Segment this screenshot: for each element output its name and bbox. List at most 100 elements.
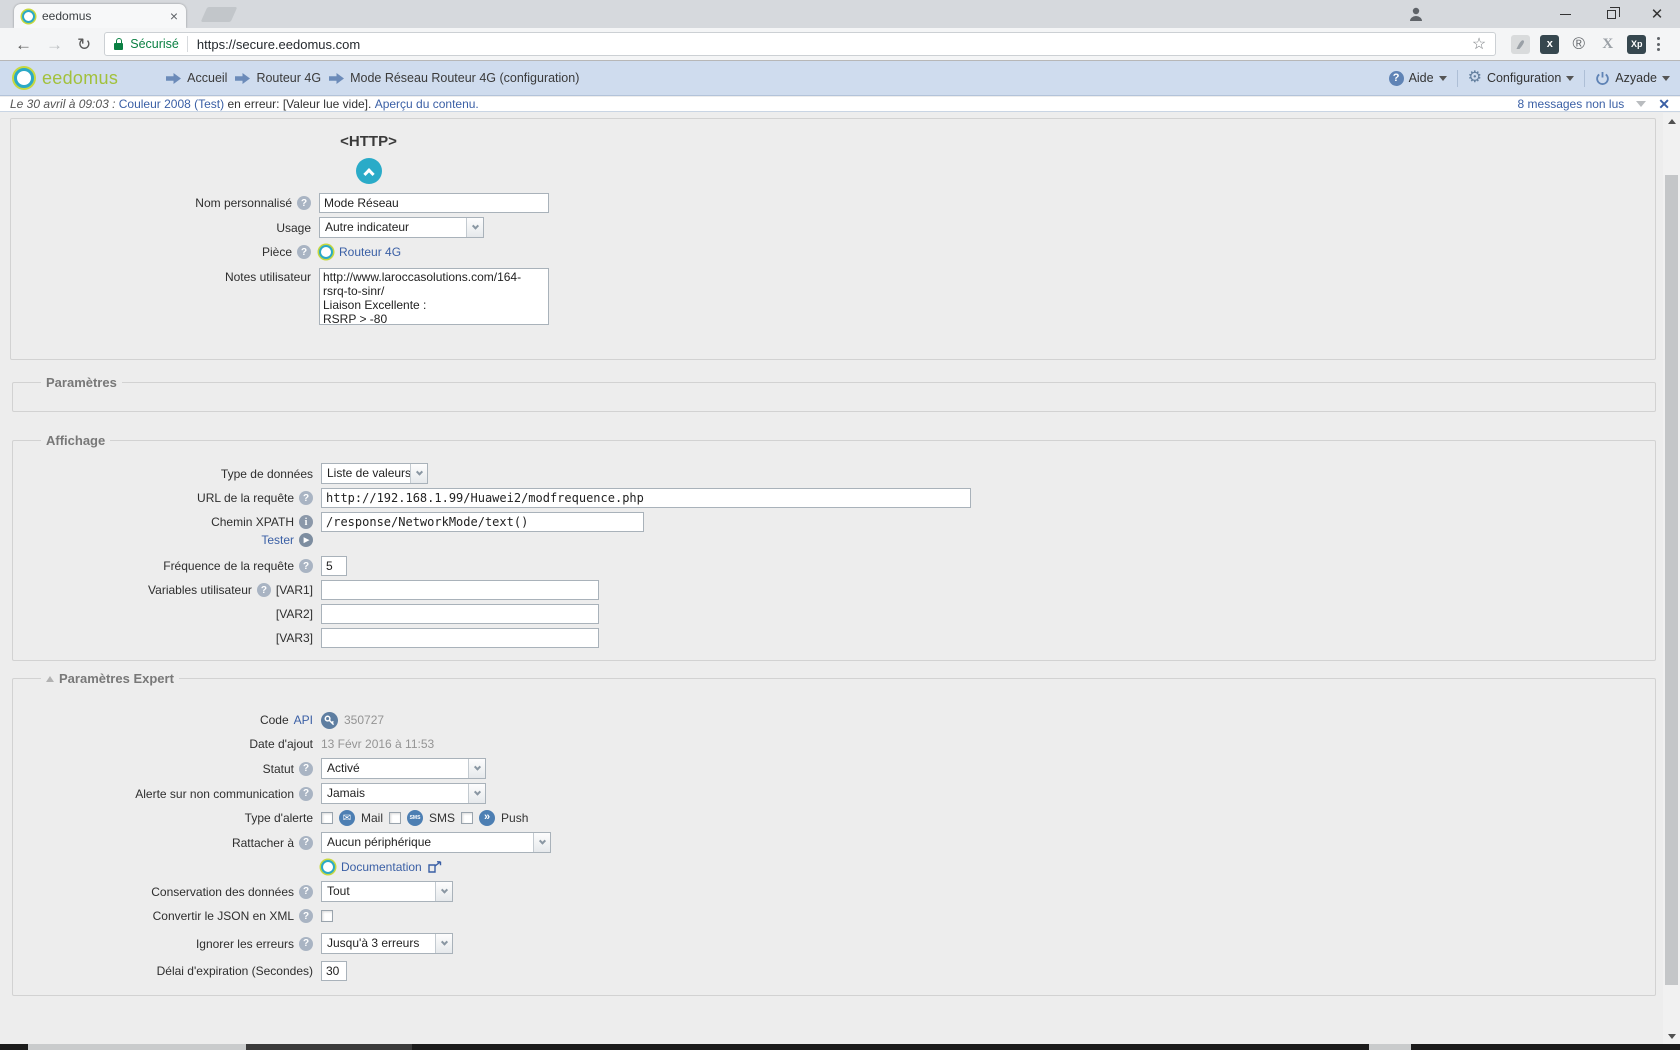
conservation-label: Conservation des données xyxy=(151,885,294,899)
help-icon[interactable] xyxy=(299,937,313,951)
breadcrumb-routeur-4g[interactable]: Routeur 4G xyxy=(235,71,321,85)
tester-link[interactable]: Tester xyxy=(261,533,294,547)
breadcrumb-accueil[interactable]: Accueil xyxy=(166,71,227,85)
notification-message: en erreur: [Valeur lue vide]. xyxy=(227,97,371,111)
user-menu[interactable]: Azyade xyxy=(1595,71,1670,86)
ignorer-select[interactable]: Jusqu'à 3 erreurs xyxy=(321,933,453,954)
breadcrumb-configuration[interactable]: Mode Réseau Routeur 4G (configuration) xyxy=(329,71,579,85)
secure-lock-icon xyxy=(114,43,123,50)
forward-icon[interactable]: → xyxy=(46,36,63,53)
browser-menu-icon[interactable] xyxy=(1657,37,1660,51)
var1-input[interactable] xyxy=(321,580,599,600)
brand-name[interactable]: eedomus xyxy=(42,68,118,89)
bookmark-star-icon[interactable]: ☆ xyxy=(1472,34,1486,54)
field-row-usage: Usage Autre indicateur xyxy=(11,217,1645,238)
affichage-legend: Affichage xyxy=(46,433,105,448)
help-icon[interactable] xyxy=(299,559,313,573)
code-api-value: 350727 xyxy=(344,713,384,727)
menu-divider xyxy=(1457,70,1458,87)
select-arrow-icon xyxy=(435,882,452,901)
push-checkbox[interactable] xyxy=(461,812,473,824)
field-row-statut: Statut Activé xyxy=(13,758,1645,779)
window-close-button[interactable]: ✕ xyxy=(1634,0,1680,28)
help-icon[interactable] xyxy=(299,787,313,801)
xpath-label: Chemin XPATH xyxy=(211,515,294,529)
alerte-comm-label: Alerte sur non communication xyxy=(135,787,294,801)
unread-messages-link[interactable]: 8 messages non lus xyxy=(1518,97,1625,111)
notification-preview-link[interactable]: Aperçu du contenu. xyxy=(375,97,479,111)
window-restore-button[interactable] xyxy=(1588,0,1634,28)
field-row-notes: Notes utilisateur http://www.laroccasolu… xyxy=(11,268,1645,325)
statut-select[interactable]: Activé xyxy=(321,758,486,779)
profile-icon[interactable] xyxy=(1404,2,1428,26)
url-requete-input[interactable] xyxy=(321,488,971,508)
var3-input[interactable] xyxy=(321,628,599,648)
scrollbar-down-icon[interactable] xyxy=(1663,1028,1680,1044)
scrollbar-thumb[interactable] xyxy=(1665,175,1678,985)
rattacher-select[interactable]: Aucun périphérique xyxy=(321,832,551,853)
rattacher-label: Rattacher à xyxy=(232,836,294,850)
page-scrollbar[interactable] xyxy=(1663,113,1680,1044)
chevron-up-icon xyxy=(363,168,374,179)
convertir-checkbox[interactable] xyxy=(321,910,333,922)
sms-checkbox[interactable] xyxy=(389,812,401,824)
help-menu[interactable]: ? Aide xyxy=(1389,71,1447,86)
browser-tab[interactable]: eedomus × xyxy=(14,4,186,28)
tab-close-icon[interactable]: × xyxy=(170,9,178,23)
notes-label: Notes utilisateur xyxy=(225,270,311,284)
new-tab-button[interactable] xyxy=(201,7,238,22)
nom-input[interactable] xyxy=(319,193,549,213)
api-link[interactable]: API xyxy=(294,713,313,727)
window-minimize-button[interactable] xyxy=(1542,0,1588,28)
sms-icon xyxy=(407,810,423,826)
var2-input[interactable] xyxy=(321,604,599,624)
menu-divider xyxy=(1584,70,1585,87)
usage-select[interactable]: Autre indicateur xyxy=(319,217,484,238)
x-dark-extension-icon[interactable]: x xyxy=(1540,35,1559,54)
collapse-triangle-icon[interactable] xyxy=(46,672,54,682)
help-icon[interactable] xyxy=(299,491,313,505)
help-icon[interactable] xyxy=(297,245,311,259)
piece-link[interactable]: Routeur 4G xyxy=(339,245,401,259)
delai-label: Délai d'expiration (Secondes) xyxy=(157,964,313,978)
type-donnees-select[interactable]: Liste de valeurs xyxy=(321,463,428,484)
info-icon[interactable] xyxy=(299,515,313,529)
collapse-up-button[interactable] xyxy=(356,158,382,184)
conservation-select[interactable]: Tout xyxy=(321,881,453,902)
mail-checkbox[interactable] xyxy=(321,812,333,824)
reload-icon[interactable]: ↻ xyxy=(77,36,91,53)
notification-close-icon[interactable]: ✕ xyxy=(1658,97,1670,111)
scrollbar-up-icon[interactable] xyxy=(1663,113,1680,129)
room-eedomus-icon xyxy=(319,245,333,259)
r-badge-extension-icon[interactable]: ® xyxy=(1569,35,1588,54)
eedomus-logo[interactable] xyxy=(14,68,34,88)
help-icon[interactable] xyxy=(257,583,271,597)
delai-input[interactable] xyxy=(321,961,347,981)
tab-title: eedomus xyxy=(42,9,170,23)
frequence-input[interactable] xyxy=(321,556,347,576)
url-text[interactable]: https://secure.eedomus.com xyxy=(197,37,1472,52)
x-gray-extension-icon[interactable]: X xyxy=(1598,35,1617,54)
play-icon[interactable] xyxy=(299,533,313,547)
help-icon[interactable] xyxy=(297,196,311,210)
notification-device-link[interactable]: Couleur 2008 (Test) xyxy=(119,97,224,111)
back-icon[interactable]: ← xyxy=(15,36,32,53)
xp-extension-icon[interactable]: Xp xyxy=(1627,35,1646,54)
help-icon[interactable] xyxy=(299,885,313,899)
field-row-var2: [VAR2] xyxy=(13,604,1645,624)
help-icon[interactable] xyxy=(299,909,313,923)
adobe-acrobat-extension-icon[interactable] xyxy=(1511,35,1530,54)
frequence-label: Fréquence de la requête xyxy=(163,559,294,573)
xpath-input[interactable] xyxy=(321,512,644,532)
taskbar-edge xyxy=(0,1044,1680,1050)
alerte-comm-select[interactable]: Jamais xyxy=(321,783,486,804)
api-key-icon[interactable] xyxy=(321,712,338,729)
eedomus-favicon xyxy=(22,10,35,23)
address-bar[interactable]: Sécurisé https://secure.eedomus.com ☆ xyxy=(104,32,1496,56)
documentation-link[interactable]: Documentation xyxy=(341,860,422,874)
help-icon[interactable] xyxy=(299,836,313,850)
configuration-menu[interactable]: ⚙ Configuration xyxy=(1468,70,1575,86)
help-icon[interactable] xyxy=(299,762,313,776)
notification-expand-icon[interactable] xyxy=(1636,101,1646,112)
notes-textarea[interactable]: http://www.laroccasolutions.com/164-rsrq… xyxy=(319,268,549,325)
